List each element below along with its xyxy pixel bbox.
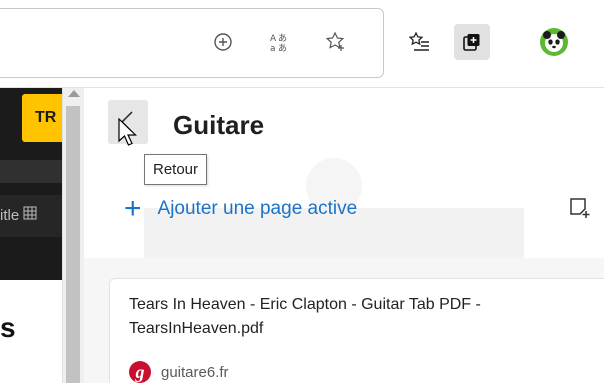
- collections-icon[interactable]: [454, 24, 490, 60]
- back-tooltip: Retour: [144, 154, 208, 185]
- add-note-button[interactable]: [568, 196, 592, 225]
- page-scrollbar[interactable]: [62, 88, 84, 383]
- page-band: [0, 160, 62, 183]
- svg-text:A: A: [270, 34, 277, 44]
- svg-text:あ: あ: [278, 43, 287, 53]
- add-note-icon: [570, 198, 590, 218]
- page-heading-fragment: s: [0, 312, 16, 343]
- profile-avatar-icon[interactable]: [536, 24, 572, 60]
- translate-icon[interactable]: Aあaあ: [262, 24, 298, 60]
- collection-item-source: g guitare6.fr: [129, 361, 229, 383]
- browser-toolbar: Aあaあ: [0, 0, 604, 88]
- plus-icon: +: [124, 192, 142, 225]
- title-field[interactable]: itle: [0, 195, 62, 237]
- table-grid-icon: [23, 195, 37, 237]
- title-field-text: itle: [0, 207, 20, 224]
- tr-button[interactable]: TR: [22, 94, 62, 142]
- svg-text:a: a: [270, 44, 276, 53]
- collections-panel: Guitare Retour + Ajouter une page active…: [84, 88, 604, 383]
- collections-panel-header: Guitare Retour + Ajouter une page active: [84, 88, 604, 258]
- collection-item-site: guitare6.fr: [161, 363, 229, 381]
- site-favicon-icon: g: [129, 361, 151, 383]
- scroll-up-arrow-icon[interactable]: [68, 90, 80, 97]
- add-page-label: Ajouter une page active: [157, 198, 358, 219]
- add-to-favorites-circle-icon[interactable]: [205, 24, 241, 60]
- collection-title: Guitare: [173, 110, 265, 140]
- collection-item-card[interactable]: Tears In Heaven - Eric Clapton - Guitar …: [109, 278, 604, 383]
- collection-item-title: Tears In Heaven - Eric Clapton - Guitar …: [129, 296, 481, 337]
- scroll-thumb[interactable]: [66, 106, 80, 383]
- add-current-page-button[interactable]: + Ajouter une page active: [124, 192, 358, 225]
- favorite-star-icon[interactable]: [318, 24, 354, 60]
- mouse-cursor-icon: [118, 118, 137, 146]
- svg-text:あ: あ: [278, 33, 287, 44]
- favorites-list-icon[interactable]: [402, 24, 438, 60]
